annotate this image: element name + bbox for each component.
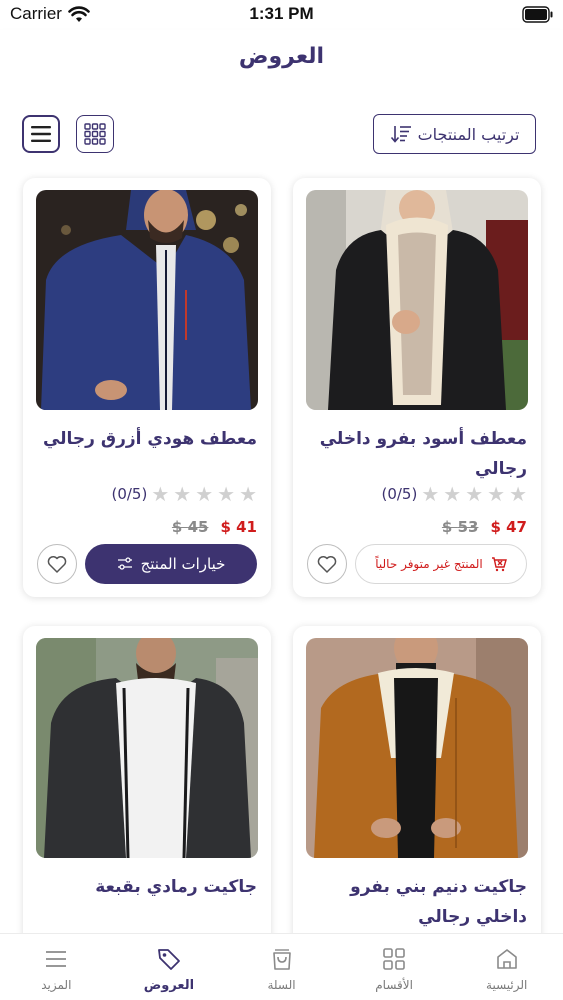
grey-hooded-jacket-image [36,638,258,858]
page-title: العروض [238,44,325,69]
bag-icon [272,949,291,970]
rating-count: (0/5) [111,485,148,503]
heart-icon [47,556,67,573]
favorite-button[interactable] [307,544,347,584]
list-view-icon [31,126,51,142]
star-icon: ★ [217,482,236,506]
nav-item-more[interactable]: المزيد [0,934,113,1000]
nav-item-offers[interactable]: العروض [113,934,226,1000]
cart-unavailable-icon [491,557,507,572]
nav-item-cart[interactable]: السلة [225,934,338,1000]
blue-hooded-jacket-image [36,190,258,410]
sale-price: 47 $ [490,518,527,536]
nav-label-more: المزيد [41,978,72,992]
menu-icon [46,951,67,967]
original-price: 45 $ [171,518,209,536]
tag-icon [158,949,180,970]
list-view-button[interactable] [22,115,60,153]
grid-view-icon [84,123,106,145]
star-icon: ★ [173,482,192,506]
bottom-navigation: الرئيسية الأقسام السلة العروض المزيد [0,933,563,1000]
status-time: 1:31 PM [249,4,314,23]
favorite-button[interactable] [37,544,77,584]
star-icon: ★ [151,482,170,506]
battery-icon [522,6,553,23]
product-title[interactable]: جاكيت رمادي بقبعة [37,872,257,902]
heart-icon [317,556,337,573]
star-icon: ★ [195,482,214,506]
nav-item-home[interactable]: الرئيسية [450,934,563,1000]
price-row: 41 $ 45 $ [172,518,257,536]
sort-label: ترتيب المنتجات [417,124,520,144]
grid-view-button[interactable] [76,115,114,153]
nav-label-home: الرئيسية [486,978,528,992]
nav-item-categories[interactable]: الأقسام [338,934,451,1000]
nav-label-cart: السلة [267,978,296,992]
product-image[interactable] [306,190,528,410]
original-price: 53 $ [441,518,479,536]
star-icon: ★ [487,482,506,506]
app-header: العروض [0,30,563,88]
brown-fur-jacket-image [306,638,528,858]
product-image[interactable] [306,638,528,858]
star-icon: ★ [443,482,462,506]
star-icon: ★ [421,482,440,506]
product-options-button[interactable]: خيارات المنتج [85,544,257,584]
nav-label-categories: الأقسام [375,978,413,992]
options-sliders-icon [117,557,132,570]
product-rating: ★ ★ ★ ★ ★ (0/5) [375,484,527,504]
product-image[interactable] [36,190,258,410]
star-icon: ★ [509,482,527,506]
out-of-stock-button[interactable]: المنتج غير متوفر حالياً [355,544,527,584]
product-card[interactable]: معطف أسود بفرو داخلي رجالي ★ ★ ★ ★ ★ (0/… [293,178,541,597]
product-title[interactable]: معطف هودي أزرق رجالي [37,424,257,454]
nav-label-offers: العروض [143,978,195,993]
sort-products-button[interactable]: ترتيب المنتجات [373,114,536,154]
out-of-stock-label: المنتج غير متوفر حالياً [375,557,483,571]
home-icon [496,949,517,969]
offers-content[interactable]: ترتيب المنتجات معطف أسود بفرو داخلي رجال… [0,88,563,933]
product-card[interactable]: جاكيت دنيم بني بفرو داخلي رجالي [293,626,541,933]
product-title[interactable]: جاكيت دنيم بني بفرو داخلي رجالي [307,872,527,932]
rating-count: (0/5) [381,485,418,503]
product-title[interactable]: معطف أسود بفرو داخلي رجالي [307,424,527,484]
sale-price: 41 $ [220,518,257,536]
star-icon: ★ [465,482,484,506]
sort-icon [390,126,411,143]
product-card[interactable]: معطف هودي أزرق رجالي ★ ★ ★ ★ ★ (0/5) 41 … [23,178,271,597]
black-fur-coat-image [306,190,528,410]
price-row: 47 $ 53 $ [442,518,527,536]
grid-icon [383,948,405,970]
product-image[interactable] [36,638,258,858]
status-bar: Carrier 1:31 PM [0,0,563,30]
product-card[interactable]: جاكيت رمادي بقبعة [23,626,271,933]
product-rating: ★ ★ ★ ★ ★ (0/5) [105,484,257,504]
product-options-label: خيارات المنتج [140,555,226,573]
star-icon: ★ [239,482,257,506]
